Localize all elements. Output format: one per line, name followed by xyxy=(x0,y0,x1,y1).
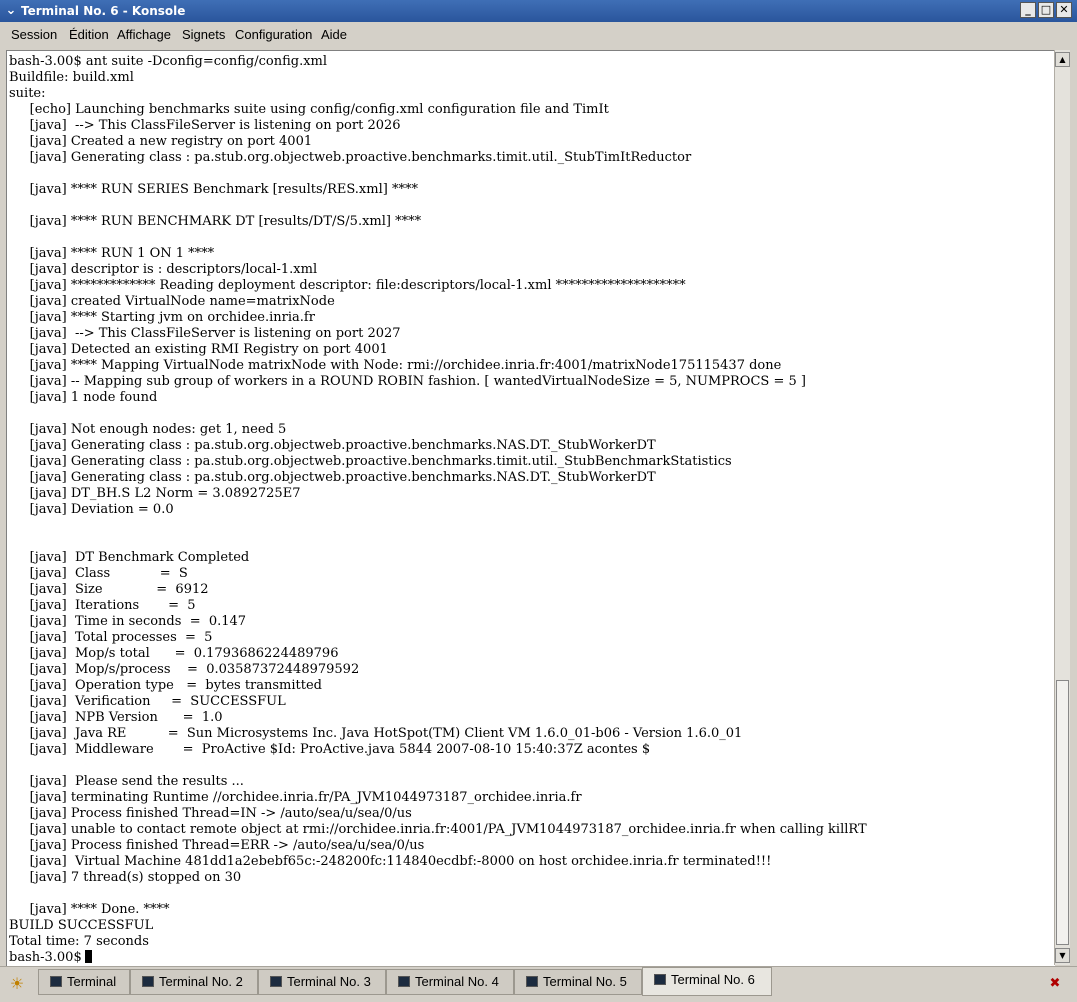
vertical-scrollbar[interactable]: ▲ ▼ xyxy=(1054,50,1070,965)
window-titlebar: ⌄ Terminal No. 6 - Konsole _ □ ✕ xyxy=(0,0,1077,22)
terminal-line: [java] Not enough nodes: get 1, need 5 xyxy=(9,422,287,437)
tab-label: Terminal No. 2 xyxy=(159,974,243,989)
terminal-line: [java] terminating Runtime //orchidee.in… xyxy=(9,790,582,805)
terminal-line: [java] 7 thread(s) stopped on 30 xyxy=(9,870,242,885)
terminal-line: [java] **** RUN 1 ON 1 **** xyxy=(9,246,215,261)
tab-terminal-6[interactable]: Terminal No. 6 xyxy=(642,967,772,996)
terminal-line: [java] **** Done. **** xyxy=(9,902,170,917)
terminal-line: [java] Generating class : pa.stub.org.ob… xyxy=(9,470,656,485)
terminal-line: [java] Time in seconds = 0.147 xyxy=(9,614,247,629)
terminal-line: [java] **** Mapping VirtualNode matrixNo… xyxy=(9,358,782,373)
terminal-line: [java] created VirtualNode name=matrixNo… xyxy=(9,294,335,309)
terminal-line: [java] Iterations = 5 xyxy=(9,598,196,613)
terminal-line: [java] **** Starting jvm on orchidee.inr… xyxy=(9,310,315,325)
terminal-line: [java] Created a new registry on port 40… xyxy=(9,134,313,149)
terminal-line: [java] Process finished Thread=IN -> /au… xyxy=(9,806,412,821)
terminal-line: [java] Virtual Machine 481dd1a2ebebf65c:… xyxy=(9,854,772,869)
tab-label: Terminal No. 6 xyxy=(671,972,755,987)
terminal-tab-icon xyxy=(142,976,154,987)
terminal-line: [java] Detected an existing RMI Registry… xyxy=(9,342,388,357)
terminal-line: [java] Verification = SUCCESSFUL xyxy=(9,694,286,709)
tab-terminal-1[interactable]: Terminal xyxy=(38,969,130,995)
terminal-line: [java] **** RUN SERIES Benchmark [result… xyxy=(9,182,418,197)
terminal-line: [java] Size = 6912 xyxy=(9,582,209,597)
terminal-line: [java] 1 node found xyxy=(9,390,158,405)
minimize-icon[interactable]: _ xyxy=(1020,2,1036,18)
terminal-tab-icon xyxy=(398,976,410,987)
close-icon[interactable]: ✕ xyxy=(1056,2,1072,18)
tab-label: Terminal No. 3 xyxy=(287,974,371,989)
terminal-line: [java] Operation type = bytes transmitte… xyxy=(9,678,323,693)
terminal-line: [java] Total processes = 5 xyxy=(9,630,213,645)
menu-session[interactable]: Session xyxy=(11,27,57,42)
menu-affichage[interactable]: Affichage xyxy=(117,27,171,42)
scroll-down-icon[interactable]: ▼ xyxy=(1055,948,1070,963)
terminal-line: Total time: 7 seconds xyxy=(9,934,149,949)
terminal-line: bash-3.00$ ant suite -Dconfig=config/con… xyxy=(9,54,328,69)
terminal-line: [java] Generating class : pa.stub.org.ob… xyxy=(9,150,692,165)
terminal-line: [java] Process finished Thread=ERR -> /a… xyxy=(9,838,425,853)
terminal-tab-icon xyxy=(270,976,282,987)
tab-terminal-5[interactable]: Terminal No. 5 xyxy=(514,969,642,995)
menu-aide[interactable]: Aide xyxy=(321,27,347,42)
terminal-line: [java] Class = S xyxy=(9,566,188,581)
terminal-line: [java] -- Mapping sub group of workers i… xyxy=(9,374,806,389)
terminal-line: [java] unable to contact remote object a… xyxy=(9,822,867,837)
terminal-tab-icon xyxy=(654,974,666,985)
terminal-line: [java] --> This ClassFileServer is liste… xyxy=(9,326,401,341)
window-menu-icon[interactable]: ⌄ xyxy=(3,3,19,19)
close-session-icon[interactable]: ✖ xyxy=(1044,973,1066,995)
scroll-up-icon[interactable]: ▲ xyxy=(1055,52,1070,67)
terminal-line: BUILD SUCCESSFUL xyxy=(9,918,154,933)
menu-configuration[interactable]: Configuration xyxy=(235,27,312,42)
terminal-line: [java] ************* Reading deployment … xyxy=(9,278,686,293)
scrollbar-thumb[interactable] xyxy=(1056,680,1069,945)
terminal-tab-icon xyxy=(526,976,538,987)
maximize-icon[interactable]: □ xyxy=(1038,2,1054,18)
menu-edition[interactable]: Édition xyxy=(69,27,109,42)
terminal-line: suite: xyxy=(9,86,46,101)
menu-bar: Session Édition Affichage Signets Config… xyxy=(0,22,1077,48)
terminal-line: [java] Middleware = ProActive $Id: ProAc… xyxy=(9,742,651,757)
tab-label: Terminal No. 5 xyxy=(543,974,627,989)
terminal-line: [java] descriptor is : descriptors/local… xyxy=(9,262,318,277)
terminal-line: [java] Please send the results ... xyxy=(9,774,244,789)
prompt-line[interactable]: bash-3.00$ xyxy=(9,950,92,966)
session-tab-bar: ☀ Terminal Terminal No. 2 Terminal No. 3… xyxy=(0,966,1077,1002)
terminal-line: [java] Mop/s/process = 0.035873724489795… xyxy=(9,662,360,677)
terminal-line: [java] Mop/s total = 0.1793686224489796 xyxy=(9,646,339,661)
tab-terminal-3[interactable]: Terminal No. 3 xyxy=(258,969,386,995)
menu-signets[interactable]: Signets xyxy=(182,27,225,42)
terminal-line: [java] Deviation = 0.0 xyxy=(9,502,174,517)
tab-terminal-4[interactable]: Terminal No. 4 xyxy=(386,969,514,995)
terminal-line: [java] --> This ClassFileServer is liste… xyxy=(9,118,401,133)
terminal-tab-icon xyxy=(50,976,62,987)
terminal-line: [java] DT_BH.S L2 Norm = 3.0892725E7 xyxy=(9,486,301,501)
new-session-icon[interactable]: ☀ xyxy=(4,971,30,997)
terminal-line: Buildfile: build.xml xyxy=(9,70,134,85)
tab-label: Terminal No. 4 xyxy=(415,974,499,989)
terminal-line: [java] NPB Version = 1.0 xyxy=(9,710,223,725)
terminal-line: [java] Java RE = Sun Microsystems Inc. J… xyxy=(9,726,743,741)
terminal-line: [java] **** RUN BENCHMARK DT [results/DT… xyxy=(9,214,422,229)
terminal-output[interactable]: bash-3.00$ ant suite -Dconfig=config/con… xyxy=(6,50,1055,966)
terminal-line: [java] Generating class : pa.stub.org.ob… xyxy=(9,454,732,469)
window-title: Terminal No. 6 - Konsole xyxy=(21,4,186,18)
shell-prompt: bash-3.00$ xyxy=(9,950,82,965)
terminal-line: [echo] Launching benchmarks suite using … xyxy=(9,102,609,117)
tab-label: Terminal xyxy=(67,974,117,989)
tab-terminal-2[interactable]: Terminal No. 2 xyxy=(130,969,258,995)
terminal-line: [java] DT Benchmark Completed xyxy=(9,550,250,565)
text-cursor xyxy=(84,950,92,963)
terminal-line: [java] Generating class : pa.stub.org.ob… xyxy=(9,438,656,453)
